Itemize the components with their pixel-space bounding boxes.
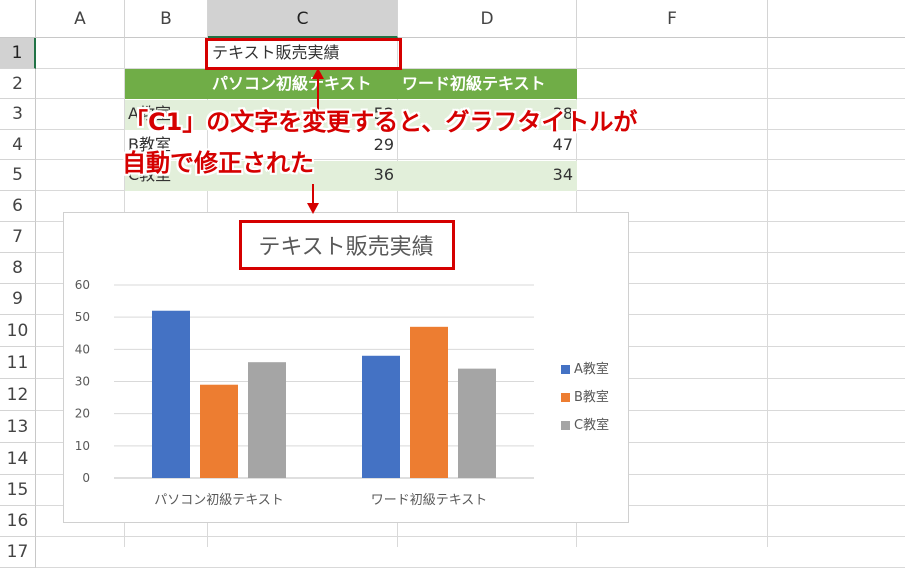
row-header-6[interactable]: 6 xyxy=(0,191,36,222)
row-header-9[interactable]: 9 xyxy=(0,284,36,315)
row-header-4[interactable]: 4 xyxy=(0,130,36,160)
column-header-a[interactable]: A xyxy=(36,0,125,38)
row-header-13[interactable]: 13 xyxy=(0,411,36,443)
legend-swatch xyxy=(561,421,570,430)
table-header-blank[interactable] xyxy=(125,69,208,99)
legend-item-1[interactable]: A教室 xyxy=(561,358,609,377)
row-header-1[interactable]: 1 xyxy=(0,38,36,69)
row-header-12[interactable]: 12 xyxy=(0,379,36,411)
bar-1-1[interactable] xyxy=(152,310,190,478)
y-tick-label: 20 xyxy=(75,407,90,421)
bar-3-1[interactable] xyxy=(248,362,286,478)
legend-label: C教室 xyxy=(574,418,610,433)
legend-swatch xyxy=(561,365,570,374)
column-header-d[interactable]: D xyxy=(398,0,577,38)
row-header-16[interactable]: 16 xyxy=(0,506,36,537)
x-category-label: ワード初級テキスト xyxy=(371,493,488,508)
bar-1-2[interactable] xyxy=(362,355,400,478)
cell-d5[interactable]: 34 xyxy=(398,160,577,190)
y-tick-label: 50 xyxy=(75,310,90,324)
table-header-pc[interactable]: パソコン初級テキスト xyxy=(208,69,398,99)
bar-2-2[interactable] xyxy=(410,326,448,478)
highlight-box-c1 xyxy=(205,38,402,70)
column-header-g[interactable] xyxy=(768,0,905,38)
row-header-14[interactable]: 14 xyxy=(0,443,36,475)
legend-item-2[interactable]: B教室 xyxy=(561,386,609,405)
bar-3-2[interactable] xyxy=(458,368,496,478)
legend-label: A教室 xyxy=(574,362,609,377)
y-tick-label: 10 xyxy=(75,439,90,453)
y-tick-label: 40 xyxy=(75,342,90,356)
bar-2-1[interactable] xyxy=(200,384,238,478)
callout-line-1: 「C1」の文字を変更すると、グラフタイトルが xyxy=(124,108,638,136)
legend-label: B教室 xyxy=(574,390,609,405)
x-category-label: パソコン初級テキスト xyxy=(154,493,284,508)
row-header-5[interactable]: 5 xyxy=(0,160,36,191)
row-header-11[interactable]: 11 xyxy=(0,347,36,379)
row-header-7[interactable]: 7 xyxy=(0,222,36,253)
row-header-17[interactable]: 17 xyxy=(0,537,36,568)
y-tick-label: 60 xyxy=(75,278,90,292)
column-header-b[interactable]: B xyxy=(125,0,208,38)
table-header-word[interactable]: ワード初級テキスト xyxy=(398,69,577,99)
row-header-10[interactable]: 10 xyxy=(0,315,36,347)
row-header-8[interactable]: 8 xyxy=(0,253,36,284)
highlight-box-chart-title xyxy=(239,220,455,270)
column-header-c[interactable]: C xyxy=(208,0,398,38)
corner-select-all[interactable] xyxy=(0,0,36,38)
row-header-3[interactable]: 3 xyxy=(0,99,36,130)
legend-item-3[interactable]: C教室 xyxy=(561,414,609,433)
y-tick-label: 30 xyxy=(75,375,90,389)
legend-swatch xyxy=(561,393,570,402)
row-header-15[interactable]: 15 xyxy=(0,475,36,506)
y-tick-label: 0 xyxy=(82,471,90,485)
row-header-2[interactable]: 2 xyxy=(0,69,36,99)
column-header-f[interactable]: F xyxy=(577,0,768,38)
callout-line-2: 自動で修正された xyxy=(122,149,314,177)
